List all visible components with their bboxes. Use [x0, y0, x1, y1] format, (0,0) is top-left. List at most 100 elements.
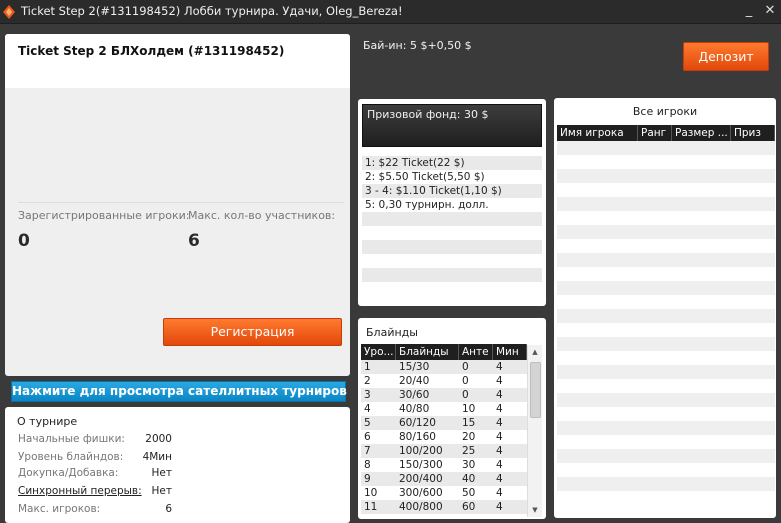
table-row — [557, 141, 775, 155]
table-row — [557, 323, 775, 337]
table-row — [557, 281, 775, 295]
table-row — [557, 295, 775, 309]
table-cell: 10 — [462, 403, 476, 415]
prize-place-5: 5: 0,30 турнирн. долл. — [362, 198, 542, 212]
table-row: 2 20/40 0 4 — [361, 374, 527, 388]
table-row — [557, 337, 775, 351]
table-cell: 4 — [496, 389, 503, 401]
blinds-panel: Блайнды Уро... Блайнды Анте Мин 1 15/30 0 4… — [358, 318, 546, 519]
table-cell: 4 — [496, 403, 503, 415]
table-cell: 5 — [364, 417, 371, 429]
sync-break-value: Нет — [151, 485, 172, 497]
table-cell: 3 — [364, 389, 371, 401]
table-row — [557, 239, 775, 253]
max-participants-count: 6 — [188, 231, 200, 251]
table-row — [557, 407, 775, 421]
table-cell: 80/160 — [399, 431, 436, 443]
table-cell: 0 — [462, 361, 469, 373]
title-bar: Ticket Step 2(#131198452) Лобби турнира.… — [0, 0, 781, 24]
prize-place-3-4: 3 - 4: $1.10 Ticket(1,10 $) — [362, 184, 542, 198]
prize-pool: Призовой фонд: 30 $ — [362, 104, 542, 147]
table-row — [557, 225, 775, 239]
table-row — [557, 463, 775, 477]
table-row — [557, 365, 775, 379]
table-cell: 60/120 — [399, 417, 436, 429]
table-cell: 4 — [496, 473, 503, 485]
table-row — [557, 491, 775, 505]
scroll-thumb[interactable] — [530, 362, 541, 418]
registered-players-label: Зарегистрированные игроки: — [18, 209, 190, 222]
blind-level-value: 4Мин — [142, 451, 172, 463]
scroll-up-icon[interactable]: ▲ — [530, 347, 540, 357]
divider — [18, 202, 344, 203]
table-cell: 1 — [364, 361, 371, 373]
registered-players-count: 0 — [18, 231, 30, 251]
column-stack-size[interactable]: Размер ... — [672, 125, 731, 141]
prize-place-1: 1: $22 Ticket(22 $) — [362, 156, 542, 170]
table-cell: 4 — [496, 375, 503, 387]
starting-chips-value: 2000 — [145, 433, 172, 445]
blinds-table-header: Уро... Блайнды Анте Мин — [361, 344, 527, 360]
window-title: Ticket Step 2(#131198452) Лобби турнира.… — [21, 4, 403, 18]
table-row — [557, 253, 775, 267]
table-cell: 6 — [364, 431, 371, 443]
table-cell: 4 — [496, 417, 503, 429]
players-table-body — [557, 141, 775, 505]
column-blinds[interactable]: Блайнды — [396, 344, 459, 360]
table-cell: 8 — [364, 459, 371, 471]
table-row — [557, 379, 775, 393]
table-row: 11 400/800 60 4 — [361, 500, 527, 514]
table-row — [557, 309, 775, 323]
table-cell: 0 — [462, 389, 469, 401]
table-cell: 11 — [364, 501, 378, 513]
list-item — [362, 212, 542, 226]
table-cell: 4 — [496, 445, 503, 457]
column-level[interactable]: Уро... — [361, 344, 396, 360]
table-cell: 50 — [462, 487, 476, 499]
deposit-button[interactable]: Депозит — [683, 42, 769, 71]
table-row — [557, 477, 775, 491]
table-cell: 60 — [462, 501, 476, 513]
column-rank[interactable]: Ранг — [638, 125, 672, 141]
satellite-tournaments-button[interactable]: Нажмите для просмотра сателлитных турнир… — [11, 381, 347, 402]
column-player-name[interactable]: Имя игрока — [557, 125, 638, 141]
table-cell: 9 — [364, 473, 371, 485]
tournament-header: Ticket Step 2 БЛХолдем (#131198452) — [5, 34, 350, 88]
table-cell: 40 — [462, 473, 476, 485]
players-table-header: Имя игрока Ранг Размер ... Приз — [557, 125, 775, 141]
table-cell: 40/80 — [399, 403, 430, 415]
table-row: 9 200/400 40 4 — [361, 472, 527, 486]
table-cell: 10 — [364, 487, 378, 499]
table-cell: 400/800 — [399, 501, 443, 513]
max-players-value: 6 — [165, 503, 172, 515]
register-button[interactable]: Регистрация — [163, 318, 342, 346]
table-cell: 15/30 — [399, 361, 430, 373]
all-players-header: Все игроки — [632, 105, 698, 118]
prize-panel: Призовой фонд: 30 $ 1: $22 Ticket(22 $) … — [358, 99, 546, 306]
table-row — [557, 421, 775, 435]
table-cell: 4 — [496, 361, 503, 373]
column-min[interactable]: Мин — [493, 344, 527, 360]
list-item — [362, 240, 542, 254]
column-prize[interactable]: Приз — [731, 125, 775, 141]
column-ante[interactable]: Анте — [459, 344, 493, 360]
max-participants-label: Макс. кол-во участников: — [188, 209, 336, 222]
buyin-text: Бай-ин: 5 $+0,50 $ — [363, 39, 472, 52]
table-cell: 300/600 — [399, 487, 443, 499]
table-cell: 25 — [462, 445, 476, 457]
blinds-scrollbar[interactable]: ▲ ▼ — [527, 345, 542, 517]
blinds-header: Блайнды — [366, 326, 418, 339]
table-row — [557, 267, 775, 281]
table-row: 8 150/300 30 4 — [361, 458, 527, 472]
table-row: 7 100/200 25 4 — [361, 444, 527, 458]
table-cell: 200/400 — [399, 473, 443, 485]
table-cell: 2 — [364, 375, 371, 387]
scroll-down-icon[interactable]: ▼ — [530, 505, 540, 515]
minimize-button[interactable]: _ — [742, 3, 756, 19]
table-row: 1 15/30 0 4 — [361, 360, 527, 374]
table-row — [557, 435, 775, 449]
blinds-table: Уро... Блайнды Анте Мин 1 15/30 0 4 2 20/40 0 4… — [361, 344, 527, 518]
prize-list: 1: $22 Ticket(22 $) 2: $5.50 Ticket(5,50… — [362, 156, 542, 296]
table-cell: 30 — [462, 459, 476, 471]
close-button[interactable]: ✕ — [763, 3, 777, 19]
